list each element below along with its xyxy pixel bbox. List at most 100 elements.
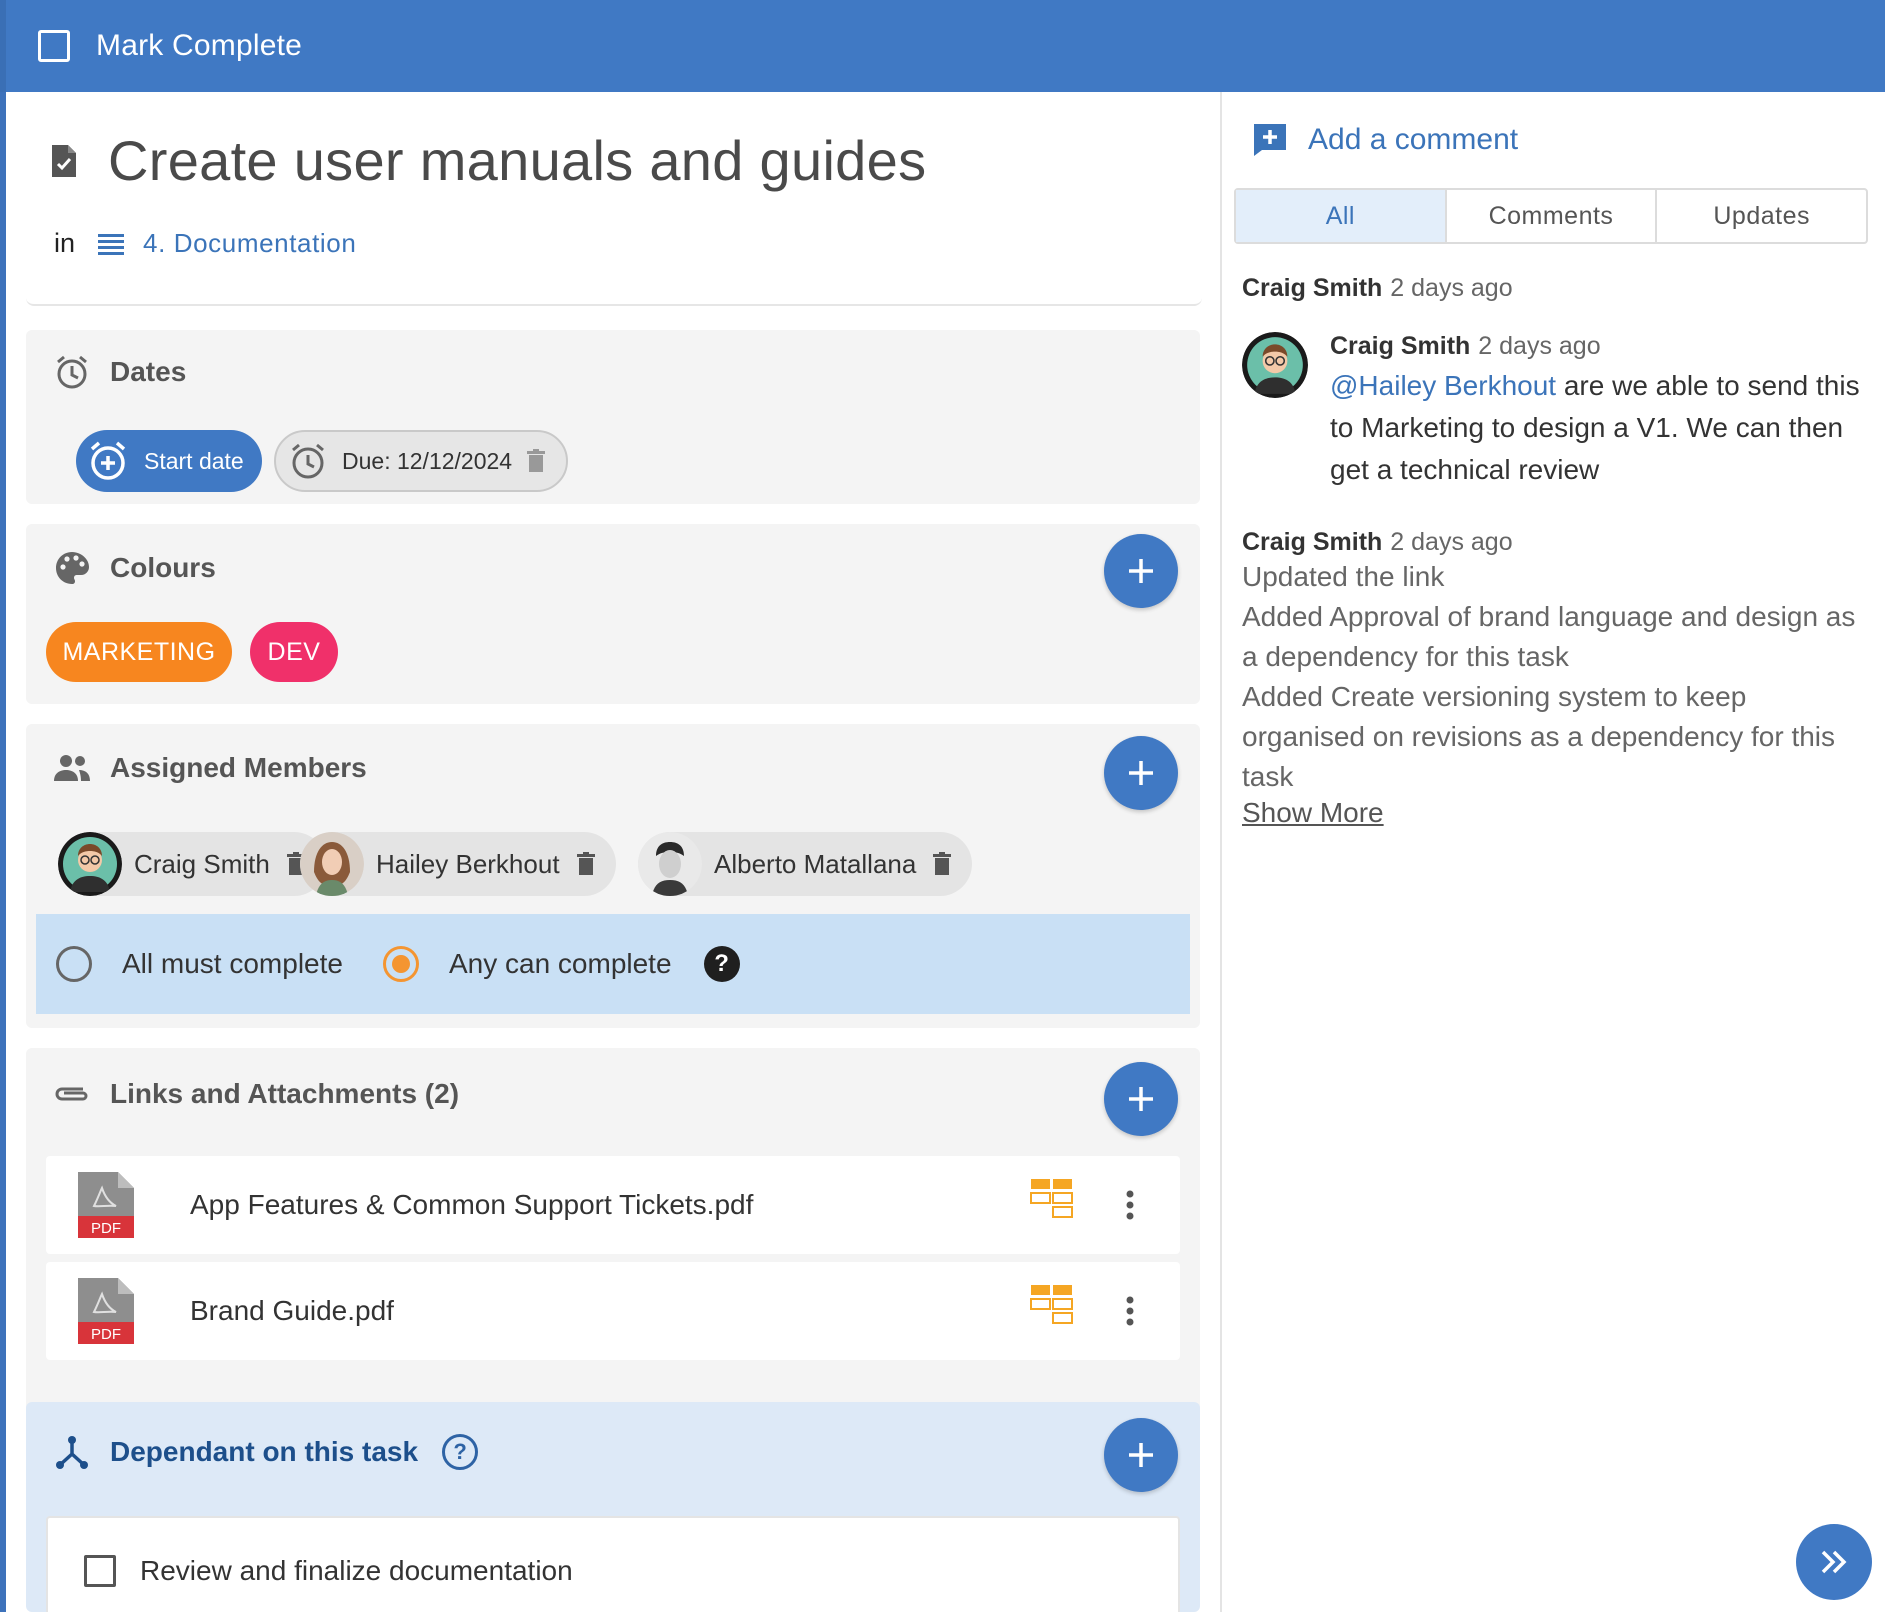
trash-icon[interactable] [526, 449, 546, 473]
dependant-heading-label: Dependant on this task [110, 1436, 419, 1467]
people-icon [54, 755, 90, 781]
pdf-badge: PDF [91, 1326, 121, 1343]
tab-updates[interactable]: Updates [1655, 190, 1866, 242]
task-title[interactable]: Create user manuals and guides [108, 128, 926, 193]
member-chip-alberto-matallana[interactable]: Alberto Matallana [638, 832, 973, 896]
comment-header: Craig Smith 2 days ago [1330, 332, 1870, 361]
members-heading: Assigned Members [52, 752, 367, 784]
update-entry: Craig Smith 2 days ago Updated the link A… [1242, 528, 1862, 829]
help-icon[interactable]: ? [442, 1434, 479, 1470]
add-comment-button[interactable]: Add a comment [1252, 122, 1518, 158]
all-must-complete-label[interactable]: All must complete [122, 948, 343, 980]
plus-icon [1129, 1443, 1153, 1467]
due-date-chip[interactable]: Due: 12/12/2024 [274, 430, 568, 492]
attachment-filename[interactable]: Brand Guide.pdf [190, 1295, 394, 1327]
timestamp: 2 days ago [1478, 332, 1601, 360]
dependant-task-item[interactable]: Review and finalize documentation [46, 1516, 1180, 1612]
avatar [58, 832, 122, 896]
any-can-complete-label[interactable]: Any can complete [449, 948, 672, 980]
tab-all[interactable]: All [1236, 190, 1445, 242]
board-view-icon[interactable] [1030, 1178, 1074, 1230]
list-link[interactable]: 4. Documentation [143, 228, 356, 259]
tab-comments[interactable]: Comments [1444, 190, 1656, 242]
trash-icon[interactable] [576, 852, 596, 876]
help-icon[interactable]: ? [703, 946, 740, 982]
task-header: Create user manuals and guides [50, 128, 926, 193]
start-date-label: Start date [144, 447, 244, 474]
attachment-row[interactable]: PDF Brand Guide.pdf [46, 1262, 1180, 1360]
completion-mode-box: All must complete Any can complete ? [36, 914, 1190, 1014]
activity-tabs: All Comments Updates [1234, 188, 1868, 244]
add-member-button[interactable] [1104, 736, 1178, 810]
comment-text: @Hailey Berkhout are we able to send thi… [1330, 365, 1870, 491]
dependant-task-checkbox[interactable] [84, 1555, 116, 1587]
dates-heading-label: Dates [110, 356, 187, 387]
assigned-members-card: Assigned Members Craig Smith Hailey Berk… [26, 724, 1200, 1028]
activity-panel: Add a comment All Comments Updates Craig… [1222, 92, 1885, 1612]
more-vertical-icon[interactable] [1126, 1296, 1134, 1326]
activity-entry-header: Craig Smith 2 days ago [1242, 274, 1513, 303]
any-can-complete-radio[interactable] [382, 946, 419, 982]
add-alarm-icon [90, 441, 126, 480]
mark-complete-label[interactable]: Mark Complete [96, 29, 302, 63]
mark-complete-checkbox[interactable] [38, 30, 70, 62]
update-line: Added Create versioning system to keep o… [1242, 681, 1836, 792]
dependant-card: Dependant on this task ? Review and fina… [26, 1402, 1200, 1612]
palette-icon [56, 552, 89, 584]
update-header: Craig Smith 2 days ago [1242, 528, 1862, 557]
list-icon [98, 233, 125, 255]
attachment-row[interactable]: PDF App Features & Common Support Ticket… [46, 1156, 1180, 1254]
alarm-clock-icon [292, 443, 324, 479]
author-name: Craig Smith [1242, 528, 1383, 556]
member-chip-hailey-berkhout[interactable]: Hailey Berkhout [300, 832, 616, 896]
plus-icon [1129, 1087, 1153, 1111]
add-comment-label: Add a comment [1308, 123, 1519, 156]
dependency-icon [56, 1436, 88, 1469]
more-vertical-icon[interactable] [1126, 1190, 1134, 1220]
colour-tag-label: DEV [267, 637, 321, 666]
add-dependant-button[interactable] [1104, 1418, 1178, 1492]
timestamp: 2 days ago [1390, 528, 1513, 556]
task-list-breadcrumb: in 4. Documentation [54, 228, 356, 259]
colours-heading-label: Colours [110, 552, 216, 583]
dates-card: Dates Start date Due: 12/12/2024 [26, 330, 1200, 504]
colour-tag-label: MARKETING [62, 637, 216, 666]
avatar [638, 832, 702, 896]
task-details-panel: Create user manuals and guides in 4. Doc… [6, 92, 1220, 1612]
double-chevron-right-icon [1821, 1550, 1847, 1574]
dependant-heading: Dependant on this task ? [52, 1434, 479, 1470]
task-document-icon [52, 144, 76, 177]
dates-heading: Dates [52, 354, 186, 390]
pdf-file-icon: PDF [78, 1172, 134, 1238]
update-line: Updated the link [1242, 561, 1445, 592]
update-line: Added Approval of brand language and des… [1242, 601, 1856, 672]
colours-card: Colours MARKETING DEV [26, 524, 1200, 704]
header-divider [26, 296, 1202, 306]
trash-icon[interactable] [932, 852, 952, 876]
alarm-clock-icon [57, 355, 87, 389]
member-chip-craig-smith[interactable]: Craig Smith [58, 832, 326, 896]
start-date-button[interactable]: Start date [76, 430, 262, 492]
mention-link[interactable]: @Hailey Berkhout [1330, 370, 1556, 401]
member-name: Craig Smith [134, 848, 270, 879]
pdf-badge: PDF [91, 1220, 121, 1237]
due-date-label: Due: 12/12/2024 [342, 447, 513, 474]
colour-tag-dev[interactable]: DEV [250, 622, 338, 682]
board-view-icon[interactable] [1030, 1284, 1074, 1336]
plus-icon [1129, 761, 1153, 785]
add-colour-button[interactable] [1104, 534, 1178, 608]
members-heading-label: Assigned Members [110, 752, 367, 783]
add-attachment-button[interactable] [1104, 1062, 1178, 1136]
attachment-filename[interactable]: App Features & Common Support Tickets.pd… [190, 1189, 753, 1221]
pdf-file-icon: PDF [78, 1278, 134, 1344]
all-must-complete-radio[interactable] [56, 946, 92, 982]
author-name: Craig Smith [1330, 332, 1471, 360]
member-name: Hailey Berkhout [376, 848, 560, 879]
collapse-panel-button[interactable] [1796, 1524, 1872, 1600]
show-more-link[interactable]: Show More [1242, 797, 1862, 829]
colour-tag-marketing[interactable]: MARKETING [46, 622, 232, 682]
dependant-task-label[interactable]: Review and finalize documentation [140, 1555, 573, 1587]
avatar [300, 832, 364, 896]
attachments-heading-label: Links and Attachments (2) [110, 1078, 460, 1109]
colours-heading: Colours [52, 550, 216, 586]
